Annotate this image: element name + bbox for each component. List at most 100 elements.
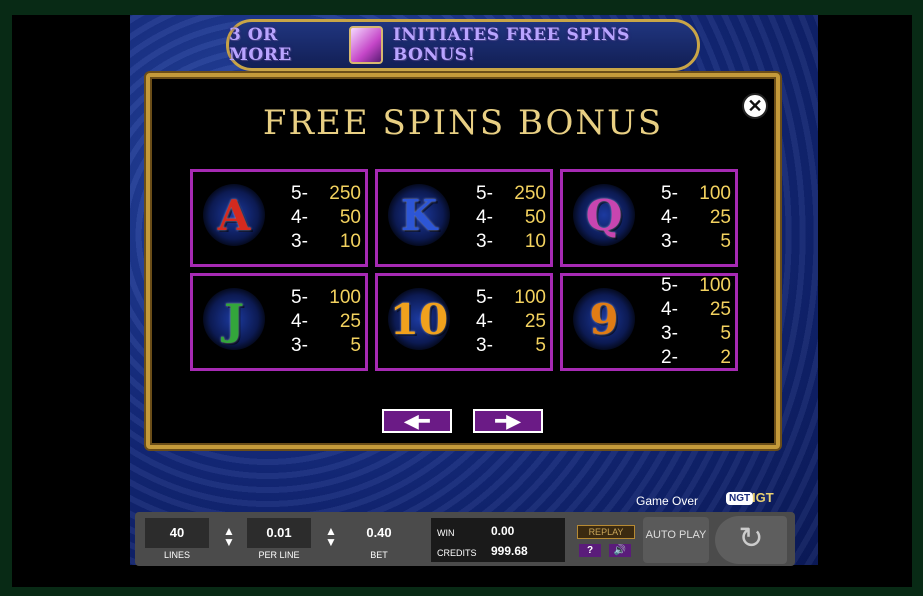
credits-value: 999.68	[491, 544, 528, 558]
payout-count: 3-	[291, 335, 308, 356]
paytable-panel: FREE SPINS BONUS ✕ A 5- 250 4- 50 3- 10 K 5- 250 4…	[146, 73, 780, 449]
payout-count: 2-	[661, 347, 678, 368]
symbol-glyph: 10	[388, 288, 450, 350]
symbol-glyph: J	[203, 288, 265, 350]
payout-value: 50	[524, 207, 546, 228]
win-label: WIN	[437, 528, 455, 538]
payout-row: 4- 25	[291, 310, 361, 334]
symbol-card: 10 5- 100 4- 25 3- 5	[375, 273, 553, 371]
lines-stepper[interactable]: ▲ ▼	[223, 525, 235, 549]
payout-row: 5- 100	[291, 286, 361, 310]
payout-count: 4-	[476, 311, 493, 332]
down-icon[interactable]: ▼	[325, 535, 337, 549]
symbol-card: 9 5- 100 4- 25 3- 5 2- 2	[560, 273, 738, 371]
payout-row: 4- 25	[476, 310, 546, 334]
payout-list: 5- 100 4- 25 3- 5	[291, 276, 361, 368]
per-line-display: 0.01	[247, 518, 311, 548]
payout-row: 5- 100	[661, 274, 731, 298]
lines-display: 40	[145, 518, 209, 548]
payout-count: 5-	[291, 287, 308, 308]
payout-value: 100	[699, 183, 731, 204]
payout-list: 5- 250 4- 50 3- 10	[291, 172, 361, 264]
scatter-symbol-icon	[348, 26, 383, 64]
payout-value: 25	[524, 311, 546, 332]
symbol-glyph: K	[388, 184, 450, 246]
sound-icon[interactable]: 🔊	[609, 544, 631, 557]
close-icon[interactable]: ✕	[742, 93, 768, 119]
payout-value: 10	[339, 231, 361, 252]
help-button[interactable]: ?	[579, 544, 601, 557]
right-arrow-icon: ━▶	[495, 410, 521, 431]
payout-count: 5-	[291, 183, 308, 204]
payout-row: 5- 100	[476, 286, 546, 310]
next-page-button[interactable]: ━▶	[473, 409, 543, 433]
per-line-label: PER LINE	[258, 550, 300, 560]
payout-value: 250	[514, 183, 546, 204]
payout-row: 3- 5	[661, 230, 731, 254]
payout-count: 4-	[661, 207, 678, 228]
credits-label: CREDITS	[437, 548, 477, 558]
autoplay-button[interactable]: AUTO PLAY	[643, 517, 709, 563]
payout-count: 3-	[291, 231, 308, 252]
payout-count: 4-	[476, 207, 493, 228]
payout-value: 2	[720, 347, 731, 368]
banner-right-text: INITIATES FREE SPINS BONUS!	[392, 25, 630, 65]
igt-logo: IGT	[752, 490, 774, 505]
payout-row: 3- 5	[661, 322, 731, 346]
symbol-card: Q 5- 100 4- 25 3- 5	[560, 169, 738, 267]
payout-count: 5-	[661, 275, 678, 296]
win-value: 0.00	[491, 524, 515, 538]
payout-count: 5-	[476, 287, 493, 308]
payout-value: 10	[524, 231, 546, 252]
payout-list: 5- 100 4- 25 3- 5 2- 2	[661, 274, 731, 370]
payout-row: 3- 5	[476, 334, 546, 358]
payout-row: 4- 25	[661, 298, 731, 322]
payout-value: 250	[329, 183, 361, 204]
payout-row: 3- 5	[291, 334, 361, 358]
payout-value: 25	[709, 207, 731, 228]
payout-count: 5-	[661, 183, 678, 204]
payout-count: 5-	[476, 183, 493, 204]
symbol-card: K 5- 250 4- 50 3- 10	[375, 169, 553, 267]
symbol-glyph: 9	[573, 288, 635, 350]
payout-row: 5- 100	[661, 182, 731, 206]
bonus-banner: 3 OR MORE INITIATES FREE SPINS BONUS!	[226, 19, 700, 71]
payout-row: 3- 10	[476, 230, 546, 254]
payout-row: 3- 10	[291, 230, 361, 254]
spin-button[interactable]: ↻	[715, 516, 787, 564]
payout-row: 4- 50	[291, 206, 361, 230]
down-icon[interactable]: ▼	[223, 535, 235, 549]
payout-value: 5	[535, 335, 546, 356]
payout-value: 25	[709, 299, 731, 320]
win-credits-panel: WIN 0.00 CREDITS 999.68	[431, 518, 565, 562]
payout-value: 100	[329, 287, 361, 308]
payout-value: 25	[339, 311, 361, 332]
payout-count: 3-	[476, 335, 493, 356]
payout-row: 5- 250	[291, 182, 361, 206]
bet-display: 0.40	[349, 518, 409, 548]
payout-row: 5- 250	[476, 182, 546, 206]
left-arrow-icon: ◀━	[404, 410, 430, 431]
prev-page-button[interactable]: ◀━	[382, 409, 452, 433]
payout-value: 5	[350, 335, 361, 356]
control-bar: 40 LINES ▲ ▼ 0.01 PER LINE ▲ ▼ 0.40 BET WI…	[135, 512, 795, 566]
payout-list: 5- 250 4- 50 3- 10	[476, 172, 546, 264]
game-over-text: Game Over	[636, 494, 699, 508]
payout-value: 5	[720, 323, 731, 344]
payout-value: 5	[720, 231, 731, 252]
payout-row: 2- 2	[661, 346, 731, 370]
paytable-title: FREE SPINS BONUS	[262, 103, 664, 143]
payout-count: 4-	[661, 299, 678, 320]
per-line-stepper[interactable]: ▲ ▼	[325, 525, 337, 549]
symbol-grid: A 5- 250 4- 50 3- 10 K 5- 250 4- 50 3- 10 Q 5- 100 4- 25 3-…	[190, 169, 738, 371]
replay-button[interactable]: REPLAY	[577, 525, 635, 539]
lines-value: 40	[169, 525, 185, 540]
payout-value: 100	[699, 275, 731, 296]
payout-count: 3-	[476, 231, 493, 252]
payout-count: 3-	[661, 231, 678, 252]
payout-list: 5- 100 4- 25 3- 5	[476, 276, 546, 368]
payout-count: 3-	[661, 323, 678, 344]
payout-list: 5- 100 4- 25 3- 5	[661, 172, 731, 264]
per-line-value: 0.01	[266, 525, 292, 540]
payout-value: 100	[514, 287, 546, 308]
